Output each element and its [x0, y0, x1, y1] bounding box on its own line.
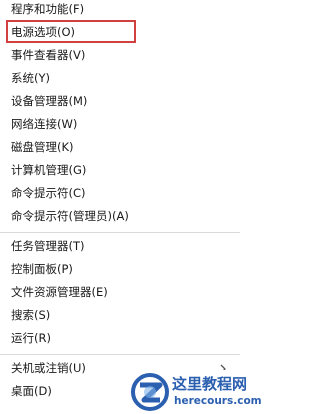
menu-item-device-manager[interactable]: 设备管理器(M): [11, 93, 87, 109]
watermark-logo-icon: [131, 373, 169, 411]
menu-item-command-prompt[interactable]: 命令提示符(C): [11, 185, 86, 201]
menu-item-system[interactable]: 系统(Y): [11, 70, 50, 86]
menu-separator: [0, 232, 240, 233]
menu-item-power-options[interactable]: 电源选项(O): [11, 24, 75, 40]
menu-item-shutdown-signout[interactable]: 关机或注销(U): [11, 360, 86, 376]
menu-item-disk-management[interactable]: 磁盘管理(K): [11, 139, 74, 155]
menu-item-search[interactable]: 搜索(S): [11, 307, 50, 323]
menu-item-file-explorer[interactable]: 文件资源管理器(E): [11, 284, 108, 300]
watermark-title: 这里教程网: [172, 375, 248, 393]
menu-separator: [0, 354, 240, 355]
watermark-url: herecours.com: [174, 395, 262, 407]
menu-item-desktop[interactable]: 桌面(D): [11, 383, 52, 399]
watermark: 这里教程网 herecours.com: [128, 370, 262, 414]
menu-item-run[interactable]: 运行(R): [11, 330, 51, 346]
context-menu: 程序和功能(F) 电源选项(O) 事件查看器(V) 系统(Y) 设备管理器(M)…: [0, 0, 240, 414]
menu-item-event-viewer[interactable]: 事件查看器(V): [11, 47, 85, 63]
menu-item-control-panel[interactable]: 控制面板(P): [11, 261, 73, 277]
menu-item-programs-features[interactable]: 程序和功能(F): [11, 1, 84, 17]
menu-item-computer-management[interactable]: 计算机管理(G): [11, 162, 86, 178]
menu-item-task-manager[interactable]: 任务管理器(T): [11, 238, 85, 254]
menu-item-command-prompt-admin[interactable]: 命令提示符(管理员)(A): [11, 208, 129, 224]
menu-item-network-connections[interactable]: 网络连接(W): [11, 116, 77, 132]
